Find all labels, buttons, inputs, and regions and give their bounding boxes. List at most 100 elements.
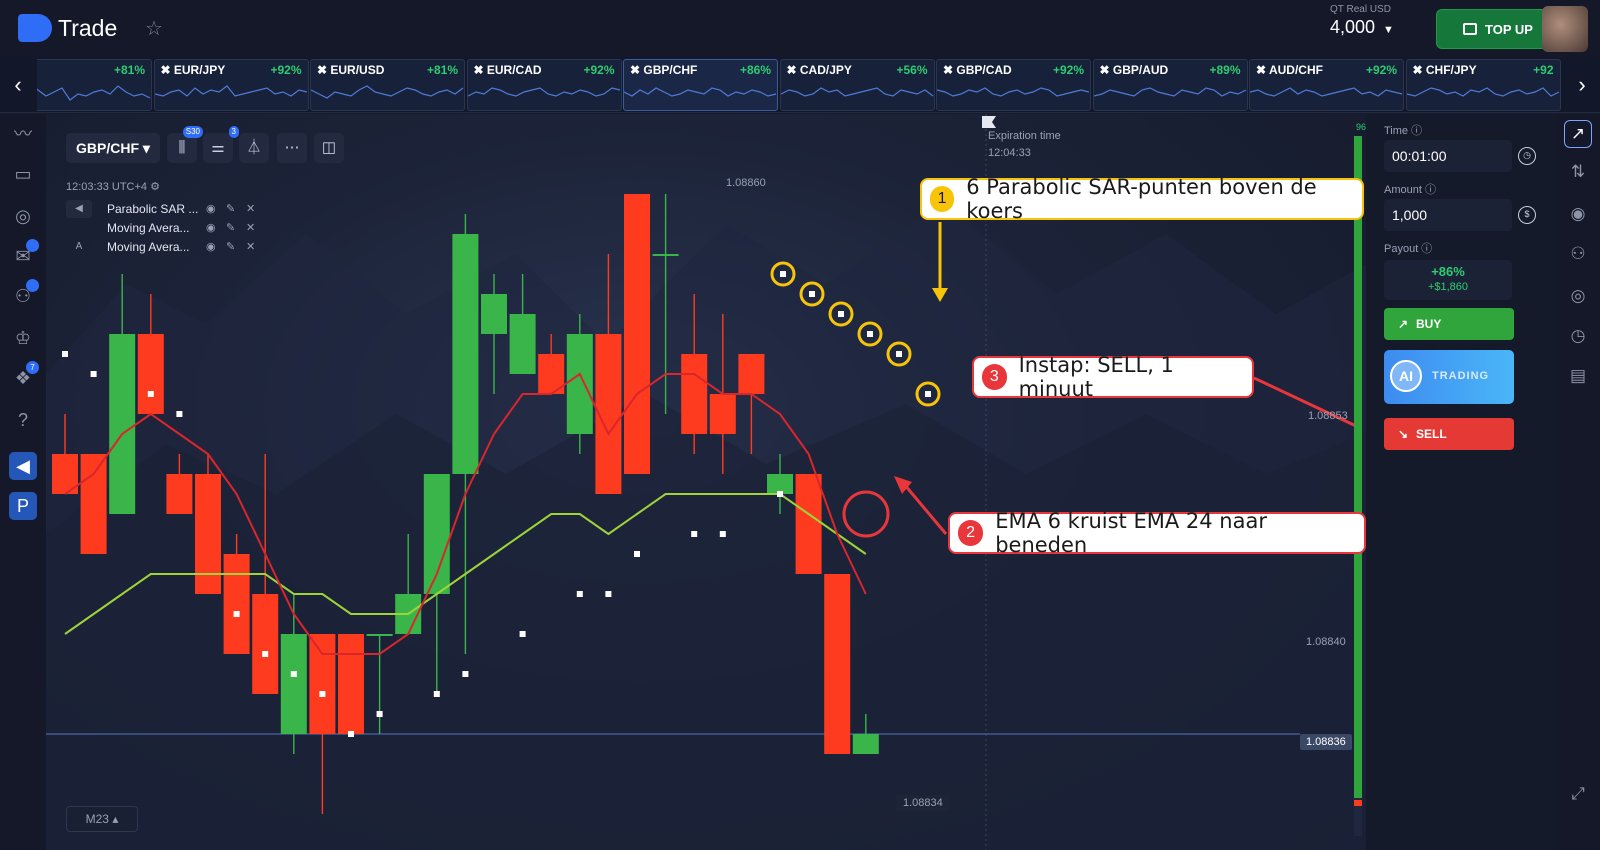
- indicator-row[interactable]: ◀ Parabolic SAR ... ◉ ✎ ✕: [66, 200, 258, 219]
- asset-payout: +86%: [739, 63, 771, 77]
- asset-tab[interactable]: ✖ CHF/JPY +92: [1405, 59, 1561, 111]
- sparkline-path: [311, 85, 464, 99]
- clock-icon[interactable]: ◷: [1518, 147, 1536, 165]
- asset-tab[interactable]: ✖ GBP/CHF +86%: [623, 59, 778, 111]
- dollar-icon[interactable]: $: [1518, 206, 1536, 224]
- sar-dot: [290, 671, 297, 677]
- app-badge-icon[interactable]: P: [9, 492, 37, 520]
- fullscreen-icon[interactable]: ⤢: [1566, 782, 1590, 806]
- candle-body: [452, 234, 479, 474]
- help-icon[interactable]: ?: [11, 408, 35, 432]
- eye-icon[interactable]: ◉: [206, 240, 216, 253]
- collapse-icon[interactable]: ◀: [66, 200, 92, 218]
- sar-dot: [62, 351, 68, 357]
- asset-tab[interactable]: ✖ GBP/CAD +92%: [936, 59, 1091, 111]
- keyboard-icon[interactable]: ▤: [1566, 364, 1590, 388]
- sar-dot: [147, 391, 154, 397]
- sell-button[interactable]: ↘ SELL: [1384, 418, 1514, 450]
- asset-tab[interactable]: CAD+81%: [37, 59, 152, 111]
- asset-tab[interactable]: ✖ EUR/JPY +92%: [153, 59, 309, 111]
- payout-label-text: Payout: [1384, 243, 1419, 255]
- clock-text: 12:03:33 UTC+4: [66, 181, 148, 193]
- asset-tab[interactable]: ✖ EUR/USD +81%: [310, 59, 465, 111]
- callout-text: 6 Parabolic SAR-punten boven de koers: [966, 175, 1317, 223]
- scroll-left-button[interactable]: ‹: [0, 57, 36, 113]
- buy-button[interactable]: ↗ BUY: [1384, 308, 1514, 340]
- asset-tab[interactable]: ✖ CAD/JPY +56%: [779, 59, 935, 111]
- chevron-down-icon: ▼: [1383, 24, 1394, 36]
- indicators-button[interactable]: ⫼ S30: [167, 126, 203, 163]
- account-selector[interactable]: QT Real USD 4,000 ▼: [1330, 4, 1420, 38]
- indicator-row[interactable]: A Moving Avera... ◉ ✎ ✕: [66, 238, 258, 257]
- timeframe-selector[interactable]: M23 ▴: [66, 806, 138, 832]
- candle-body: [80, 454, 107, 554]
- asset-name: ✖ EUR/JPY: [160, 63, 226, 77]
- sar-dot: [90, 371, 97, 377]
- eye-icon[interactable]: ◉: [206, 221, 216, 234]
- sparkline-path: [1406, 87, 1559, 97]
- payout-bar-marker: [1354, 800, 1362, 806]
- compass-icon: ⏃: [246, 139, 262, 156]
- sar-dot: [605, 591, 612, 597]
- pencil-icon[interactable]: ✎: [226, 221, 235, 234]
- users-icon[interactable]: ⚇: [1566, 242, 1590, 266]
- price-chart[interactable]: GBP/CHF ▾ ⫼ S30 ⚌ 3 ⏃ ⋯ ◫ 12:03:33 UTC+4 ⚙…: [46, 114, 1366, 850]
- candle-body: [566, 334, 593, 434]
- asset-strip: ‹ CAD+81% ✖ EUR/JPY +92% ✖ EUR/USD+81%✖ EUR…: [0, 57, 1600, 113]
- asset-payout: +92%: [270, 63, 302, 77]
- indicator-name: Moving Avera...: [107, 240, 190, 254]
- right-sidebar: ↗ ⇅ ◉ ⚇ ◎ ◷ ▤ ⤢: [1556, 114, 1600, 850]
- user-icon[interactable]: ◎: [11, 204, 35, 228]
- time-input[interactable]: 00:01:00: [1384, 140, 1512, 172]
- asset-sparkline: [154, 85, 307, 97]
- gear-icon[interactable]: ⚙: [150, 181, 160, 193]
- asset-sparkline: [1406, 87, 1559, 97]
- briefcase-icon[interactable]: ▭: [11, 162, 35, 186]
- sar-dot: [433, 691, 440, 697]
- payout-bar: [1354, 136, 1362, 798]
- history-icon[interactable]: ◷: [1566, 324, 1590, 348]
- sparkline-path: [780, 87, 933, 97]
- asset-tab[interactable]: ✖ GBP/AUD +89%: [1092, 59, 1248, 111]
- amount-input[interactable]: 1,000: [1384, 199, 1512, 231]
- megaphone-icon[interactable]: ◀: [9, 452, 37, 480]
- close-icon[interactable]: ✕: [246, 221, 255, 234]
- scroll-right-button[interactable]: ›: [1564, 57, 1600, 113]
- pencil-icon[interactable]: ✎: [226, 240, 235, 253]
- trade-chart-icon[interactable]: ↗: [1564, 120, 1592, 148]
- asset-sparkline: [467, 87, 620, 97]
- signal-icon[interactable]: ◉: [1566, 202, 1590, 226]
- indicator-name: Moving Avera...: [107, 221, 190, 235]
- asset-tab[interactable]: ✖ AUD/CHF +92%: [1249, 59, 1404, 111]
- pair-selector[interactable]: GBP/CHF ▾: [66, 133, 160, 163]
- sar-dot: [896, 351, 902, 357]
- more-button[interactable]: ⋯: [277, 133, 307, 163]
- target-icon[interactable]: ◎: [1566, 284, 1590, 308]
- eye-icon[interactable]: ◉: [206, 202, 216, 215]
- close-icon[interactable]: ✕: [246, 202, 255, 215]
- ai-trading-button[interactable]: AI TRADING: [1384, 350, 1514, 404]
- signals-icon[interactable]: ✉: [11, 239, 39, 268]
- share-icon[interactable]: ⚇: [11, 279, 39, 308]
- asset-tab[interactable]: ✖ EUR/CAD +92%: [466, 59, 622, 111]
- trophy-icon[interactable]: ♔: [11, 326, 35, 350]
- favorite-star-icon[interactable]: ☆: [145, 16, 163, 41]
- layout-button[interactable]: ◫: [314, 133, 344, 163]
- asset-payout: +92%: [1365, 63, 1397, 77]
- indicator-row[interactable]: Moving Avera... ◉ ✎ ✕: [66, 219, 258, 238]
- asset-name: ✖ CAD/JPY: [786, 63, 852, 77]
- pencil-icon[interactable]: ✎: [226, 202, 235, 215]
- close-icon[interactable]: ✕: [246, 240, 255, 253]
- indicator-name: Parabolic SAR ...: [107, 202, 199, 216]
- indicator-lead: [66, 219, 92, 237]
- drawing-tool-button[interactable]: ⏃: [239, 133, 269, 163]
- asset-payout: +92: [1533, 63, 1554, 77]
- chart-icon[interactable]: 〰: [11, 122, 35, 146]
- app-logo[interactable]: Trade: [18, 14, 117, 42]
- settings-sliders-button[interactable]: ⚌ 3: [203, 126, 239, 163]
- community-badge: 7: [26, 361, 39, 374]
- avatar[interactable]: [1542, 6, 1588, 52]
- puzzle-icon[interactable]: ❖ 7: [11, 361, 39, 390]
- sar-dot: [780, 271, 786, 277]
- swap-icon[interactable]: ⇅: [1566, 160, 1590, 184]
